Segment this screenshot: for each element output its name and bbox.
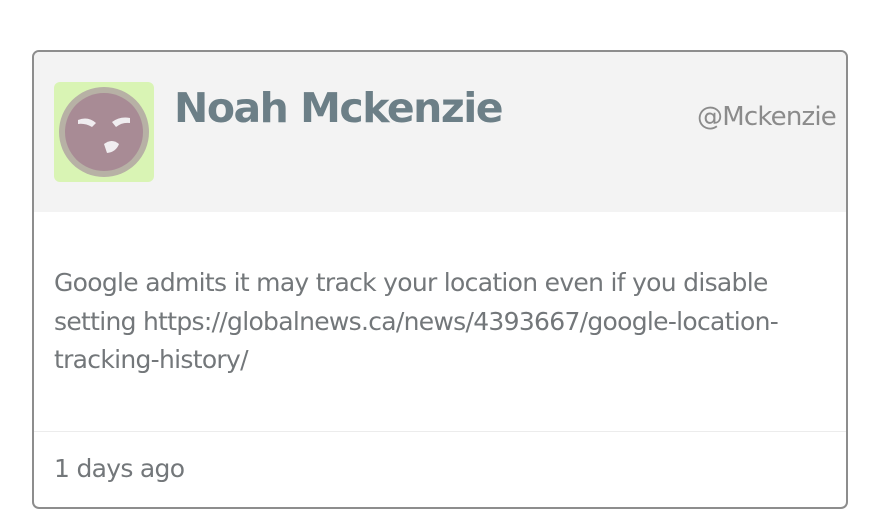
- author-handle[interactable]: @Mckenzie: [697, 102, 837, 132]
- avatar[interactable]: [54, 82, 154, 182]
- tweet-card: Noah Mckenzie @Mckenzie Google admits it…: [32, 50, 848, 509]
- tweet-text: Google admits it may track your location…: [54, 268, 779, 374]
- divider: [34, 431, 846, 432]
- author-name[interactable]: Noah Mckenzie: [174, 84, 504, 132]
- timestamp: 1 days ago: [54, 454, 185, 483]
- tweet-header: Noah Mckenzie @Mckenzie: [34, 52, 846, 212]
- angry-face-icon: [59, 87, 149, 177]
